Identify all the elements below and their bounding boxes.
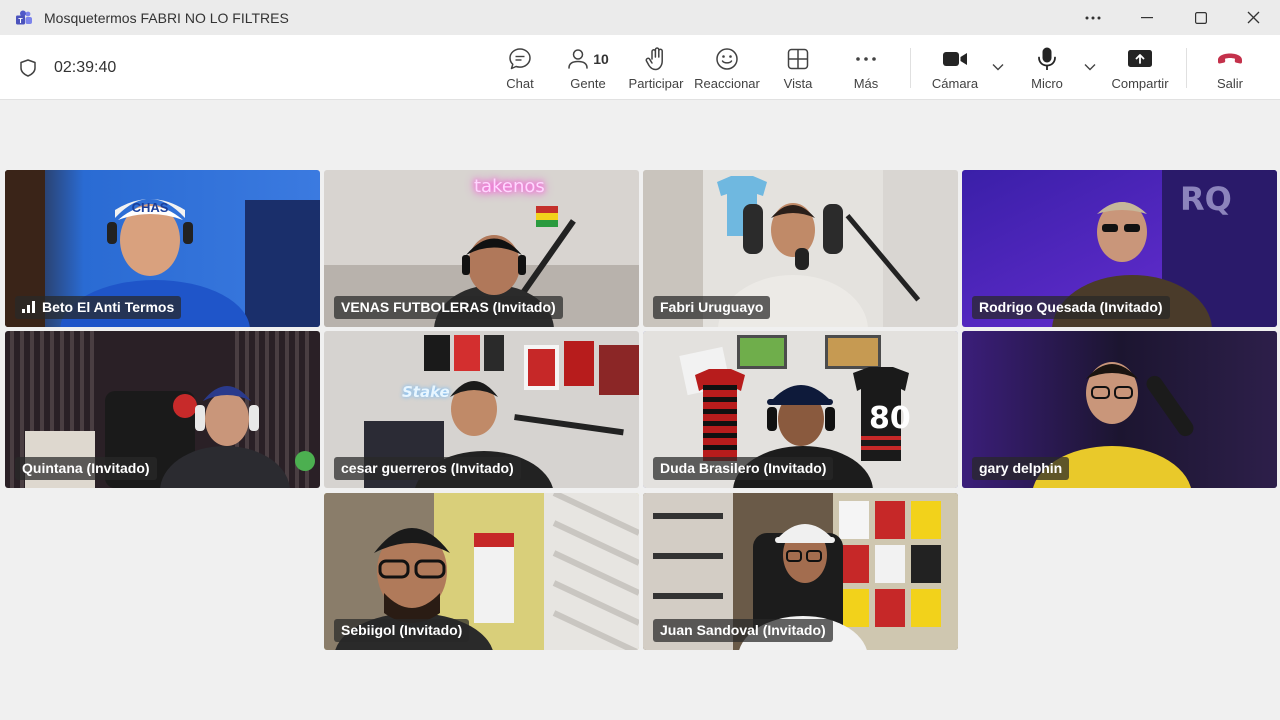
shield-icon [20, 59, 36, 77]
toolbar-divider [910, 48, 911, 88]
mic-button[interactable]: Micro [1026, 35, 1068, 100]
people-icon [568, 49, 588, 69]
view-button[interactable]: Vista [778, 35, 818, 100]
participant-name-label: gary delphin [972, 457, 1070, 480]
participant-name-label: Beto El Anti Termos [15, 296, 182, 319]
more-label: Más [853, 76, 879, 91]
people-count: 10 [593, 51, 609, 67]
minimize-icon [1141, 16, 1153, 18]
participant-name-label: cesar guerreros (Invitado) [334, 457, 521, 480]
raise-hand-button[interactable]: Participar [626, 35, 686, 100]
leave-label: Salir [1216, 76, 1243, 91]
participant-name-label: Sebiigol (Invitado) [334, 619, 470, 642]
react-label: Reaccionar [694, 76, 760, 91]
raise-hand-icon [645, 47, 663, 71]
camera-label: Cámara [931, 76, 979, 91]
participant-tile[interactable]: CHAS Beto El Anti Termos [5, 170, 320, 327]
more-button[interactable]: Más [846, 35, 886, 100]
participant-name: Fabri Uruguayo [660, 299, 764, 315]
signal-strength-icon [22, 301, 35, 313]
participant-name: gary delphin [979, 460, 1063, 476]
share-screen-icon [1128, 50, 1152, 67]
participant-name: Quintana (Invitado) [22, 460, 150, 476]
participant-name-label: VENAS FUTBOLERAS (Invitado) [334, 296, 563, 319]
participant-name: VENAS FUTBOLERAS (Invitado) [341, 299, 556, 315]
mic-options-dropdown[interactable] [1082, 57, 1098, 77]
maximize-button[interactable] [1178, 0, 1224, 35]
close-icon [1247, 11, 1259, 24]
participant-tile-speaking[interactable]: gary delphin [962, 331, 1277, 488]
grid-view-icon [787, 48, 809, 70]
background-sign-text: Stake [402, 383, 450, 401]
camera-options-dropdown[interactable] [990, 57, 1006, 77]
participant-name: Juan Sandoval (Invitado) [660, 622, 826, 638]
people-label: Gente [570, 76, 606, 91]
participant-name-label: Duda Brasilero (Invitado) [653, 457, 834, 480]
people-button[interactable]: 10 Gente [564, 35, 612, 100]
raise-hand-label: Participar [628, 76, 684, 91]
react-button[interactable]: Reaccionar [694, 35, 760, 100]
teams-app-icon: T [16, 10, 32, 25]
participant-tile[interactable]: takenos VENAS FUTBOLERAS (Invitado) [324, 170, 639, 327]
neon-sign-text: takenos [474, 176, 545, 197]
meeting-timer: 02:39:40 [54, 59, 117, 76]
more-options-button[interactable] [1070, 0, 1116, 35]
participant-name-label: Quintana (Invitado) [15, 457, 157, 480]
chat-button[interactable]: Chat [500, 35, 540, 100]
close-button[interactable] [1230, 0, 1276, 35]
leave-button[interactable]: Salir [1210, 35, 1250, 100]
more-icon [856, 57, 876, 61]
share-label: Compartir [1111, 76, 1169, 91]
minimize-button[interactable] [1124, 0, 1170, 35]
participant-name-label: Fabri Uruguayo [653, 296, 771, 319]
ellipsis-icon [1085, 16, 1101, 19]
svg-text:CHAS: CHAS [132, 200, 169, 215]
hang-up-icon [1218, 53, 1242, 64]
chevron-down-icon [1084, 64, 1096, 71]
participant-tile-speaking[interactable]: 80 Duda Brasilero (Invitado) [643, 331, 958, 488]
participant-tile[interactable]: Stake cesar guerreros (Invitado) [324, 331, 639, 488]
participant-name: cesar guerreros (Invitado) [341, 460, 514, 476]
participant-name: Rodrigo Quesada (Invitado) [979, 299, 1163, 315]
window-title: Mosquetermos FABRI NO LO FILTRES [44, 9, 289, 26]
title-bar: T Mosquetermos FABRI NO LO FILTRES [0, 0, 1280, 35]
jersey-number-text: 80 [869, 401, 911, 436]
meeting-toolbar: 02:39:40 Chat 10 Gente Participar Reacci… [0, 35, 1280, 100]
share-button[interactable]: Compartir [1108, 35, 1172, 100]
participant-tile[interactable]: Juan Sandoval (Invitado) [643, 493, 958, 650]
participant-tile[interactable]: Sebiigol (Invitado) [324, 493, 639, 650]
participant-name: Beto El Anti Termos [42, 299, 175, 315]
participant-tile[interactable]: RQ Rodrigo Quesada (Invitado) [962, 170, 1277, 327]
camera-icon [943, 52, 967, 66]
chat-label: Chat [506, 76, 534, 91]
background-logo-text: RQ [1180, 180, 1232, 218]
chat-icon [509, 48, 531, 70]
participant-name: Sebiigol (Invitado) [341, 622, 463, 638]
microphone-icon [1038, 47, 1056, 70]
participant-name: Duda Brasilero (Invitado) [660, 460, 827, 476]
svg-text:T: T [18, 18, 23, 25]
mic-label: Micro [1031, 76, 1063, 91]
participant-tile[interactable]: Fabri Uruguayo [643, 170, 958, 327]
view-label: Vista [783, 76, 813, 91]
participant-name-label: Juan Sandoval (Invitado) [653, 619, 833, 642]
camera-button[interactable]: Cámara [928, 35, 982, 100]
maximize-icon [1195, 11, 1207, 24]
smiley-icon [716, 48, 738, 70]
toolbar-divider [1186, 48, 1187, 88]
participant-name-label: Rodrigo Quesada (Invitado) [972, 296, 1170, 319]
participant-tile[interactable]: Quintana (Invitado) [5, 331, 320, 488]
chevron-down-icon [992, 64, 1004, 71]
